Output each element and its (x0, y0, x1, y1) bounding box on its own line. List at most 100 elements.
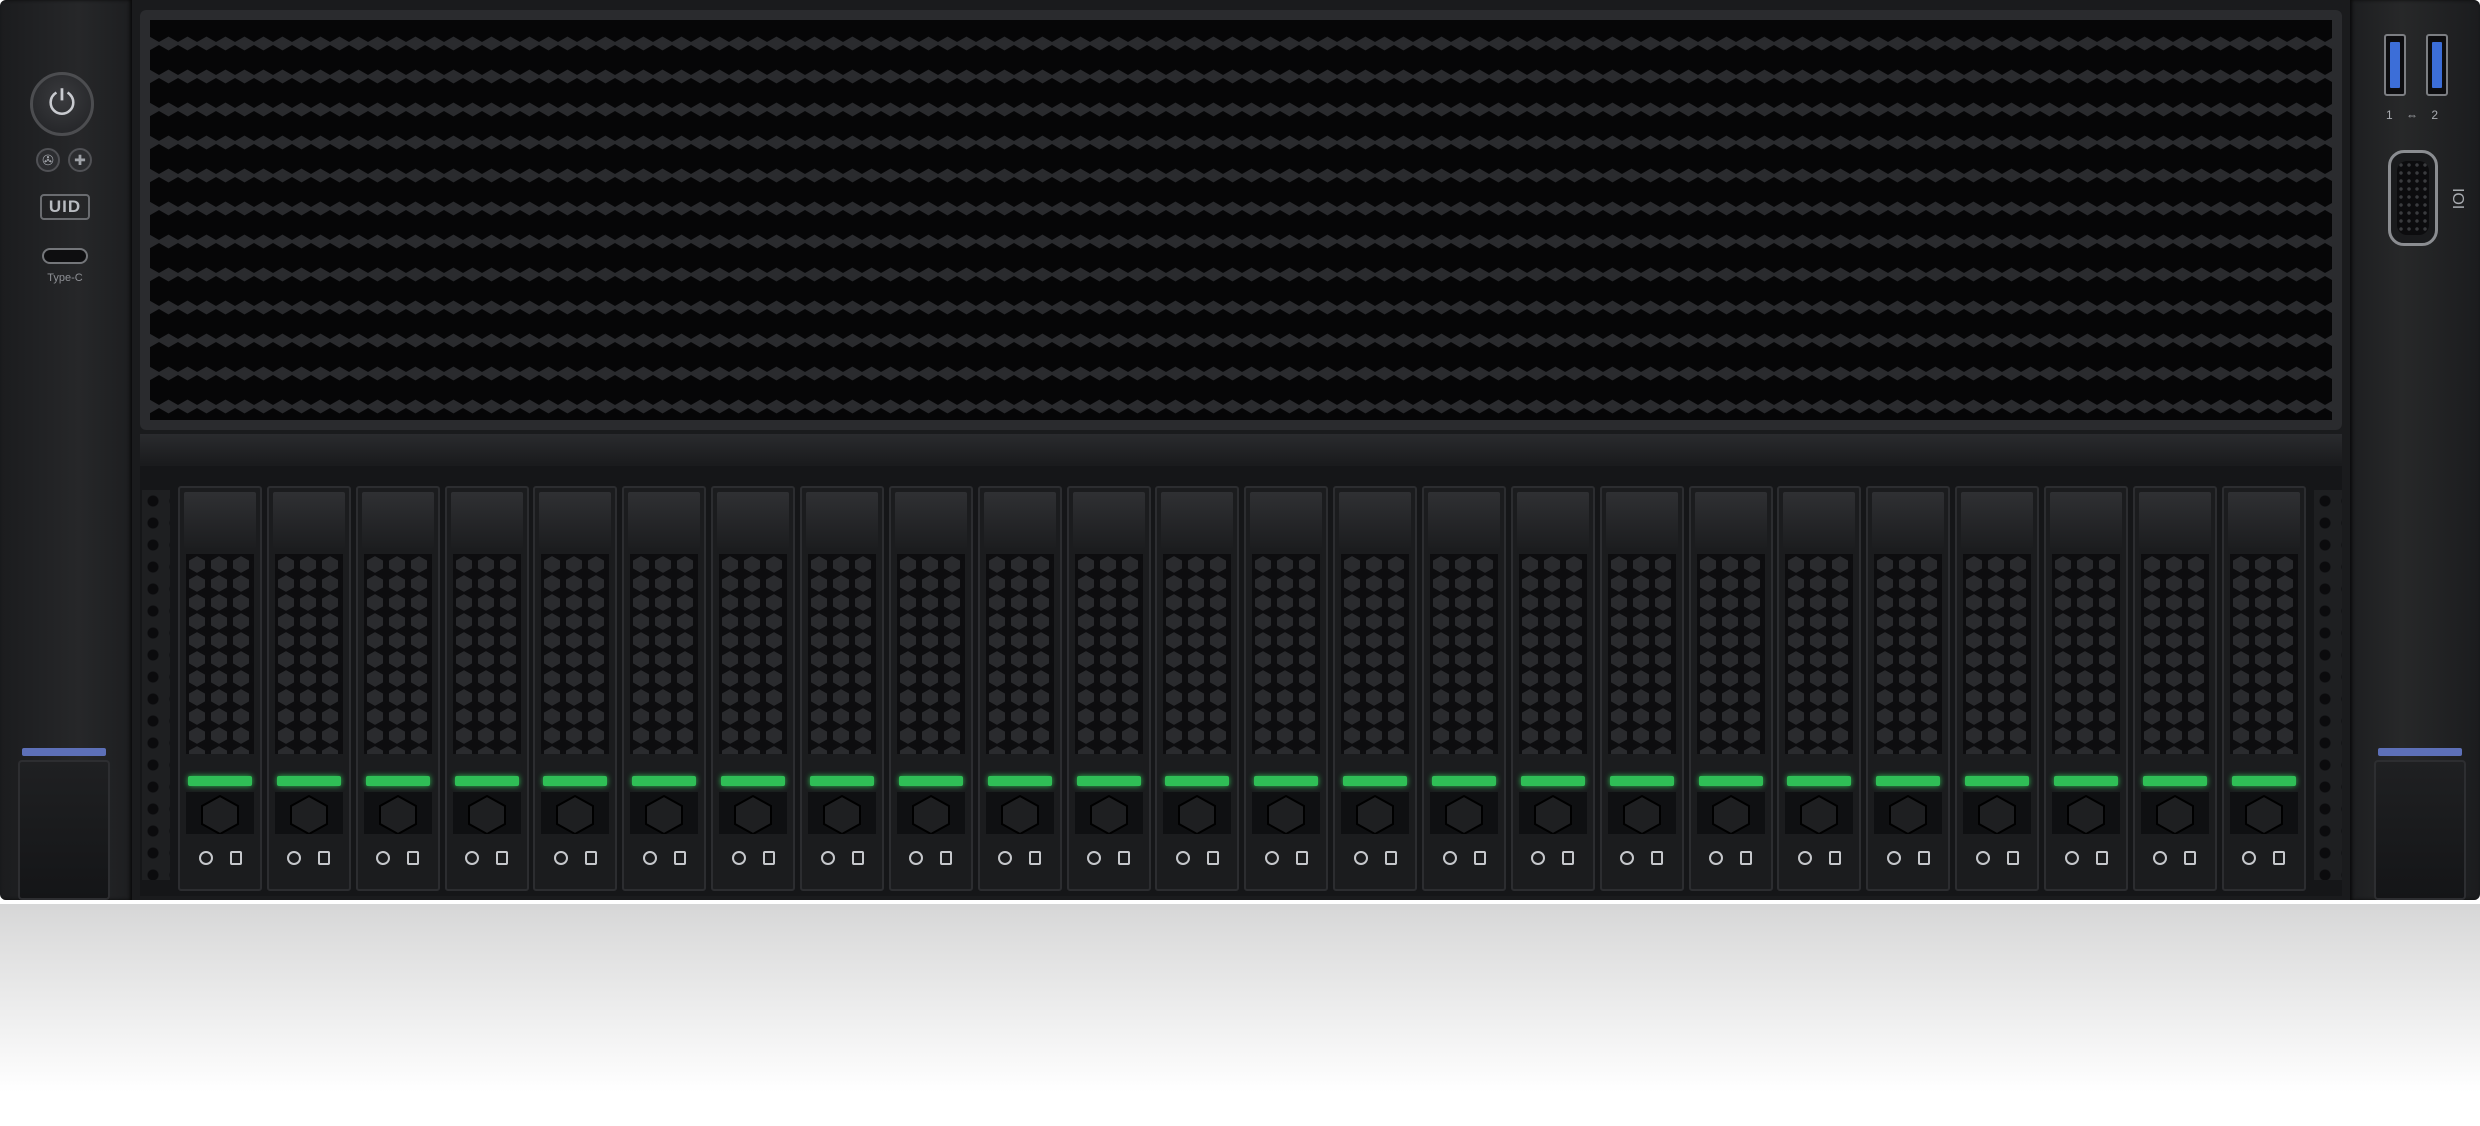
drive-grille (2229, 554, 2298, 754)
drive-lower-grille (2140, 792, 2209, 836)
drive-grille (1607, 554, 1676, 754)
drive-bay-9[interactable] (888, 486, 973, 891)
typec-port[interactable] (42, 248, 88, 264)
drive-bay-12[interactable] (1155, 486, 1240, 891)
front-grille (140, 10, 2342, 430)
drive-latch[interactable] (1516, 492, 1589, 548)
drive-bay-1[interactable] (178, 486, 262, 891)
drive-lock-icon (229, 851, 242, 865)
drive-lower-grille (1607, 792, 1676, 836)
drive-bay-18[interactable] (1688, 486, 1773, 891)
drive-latch[interactable] (361, 492, 434, 548)
drive-power-icon (1886, 851, 1901, 865)
drive-bay-15[interactable] (1422, 486, 1507, 891)
drive-lower-grille (808, 792, 877, 836)
drive-bay-13[interactable] (1244, 486, 1329, 891)
drive-latch[interactable] (1339, 492, 1412, 548)
drive-bay-14[interactable] (1333, 486, 1418, 891)
drive-bay-17[interactable] (1599, 486, 1684, 891)
drive-bay-24[interactable] (2221, 486, 2306, 891)
drive-bay-3[interactable] (355, 486, 440, 891)
right-handle[interactable] (2374, 760, 2466, 900)
drive-bay-7[interactable] (711, 486, 796, 891)
drive-status-led (1876, 776, 1941, 786)
drive-latch[interactable] (2138, 492, 2211, 548)
drive-bay-6[interactable] (622, 486, 707, 891)
drive-bay-4[interactable] (444, 486, 529, 891)
drive-icons (2056, 844, 2116, 872)
drive-bay-2[interactable] (266, 486, 351, 891)
drive-latch[interactable] (1161, 492, 1234, 548)
drive-bay-22[interactable] (2044, 486, 2129, 891)
drive-latch[interactable] (1250, 492, 1323, 548)
power-button[interactable]: ⏻ (30, 72, 94, 136)
drive-lower-grille (363, 792, 432, 836)
drive-latch[interactable] (983, 492, 1056, 548)
drive-bay-10[interactable] (977, 486, 1062, 891)
drive-power-icon (1531, 851, 1546, 865)
drive-bay-11[interactable] (1066, 486, 1151, 891)
drive-status-led (1432, 776, 1497, 786)
drive-power-icon (820, 851, 835, 865)
drive-lower-grille (630, 792, 699, 836)
drive-bay-5[interactable] (533, 486, 618, 891)
drive-lock-icon (1206, 851, 1219, 865)
drive-status-led (2142, 776, 2207, 786)
drive-latch[interactable] (628, 492, 701, 548)
drive-latch[interactable] (1783, 492, 1856, 548)
drive-power-icon (2153, 851, 2168, 865)
drive-latch[interactable] (184, 492, 256, 548)
drive-latch[interactable] (272, 492, 345, 548)
drive-grille (1963, 554, 2032, 754)
drive-icons (1434, 844, 1494, 872)
drive-grille (808, 554, 877, 754)
drive-grille (896, 554, 965, 754)
drive-bay-19[interactable] (1777, 486, 1862, 891)
drive-latch[interactable] (1872, 492, 1945, 548)
drive-latch[interactable] (717, 492, 790, 548)
usb-label-2: 2 (2431, 108, 2439, 122)
drive-bay-21[interactable] (1955, 486, 2040, 891)
drive-icons (545, 844, 605, 872)
drive-latch[interactable] (1428, 492, 1501, 548)
drive-grille (186, 554, 254, 754)
drive-lock-icon (851, 851, 864, 865)
drive-icons (901, 844, 961, 872)
drive-status-led (2054, 776, 2119, 786)
drive-latch[interactable] (1605, 492, 1678, 548)
vga-port[interactable] (2388, 150, 2438, 246)
drive-lock-icon (762, 851, 775, 865)
drive-icons (2234, 844, 2294, 872)
drive-grille (630, 554, 699, 754)
left-handle[interactable] (18, 760, 110, 900)
power-icon: ⏻ (48, 83, 76, 123)
drive-bay-23[interactable] (2132, 486, 2217, 891)
drive-latch[interactable] (2050, 492, 2123, 548)
drive-latch[interactable] (806, 492, 879, 548)
drive-bays (178, 486, 2306, 891)
drive-bay-16[interactable] (1510, 486, 1595, 891)
drive-latch[interactable] (1694, 492, 1767, 548)
drive-latch[interactable] (894, 492, 967, 548)
drive-latch[interactable] (2227, 492, 2300, 548)
drive-latch[interactable] (450, 492, 523, 548)
usb-port-2[interactable] (2426, 34, 2448, 96)
drive-grille (363, 554, 432, 754)
vga-pins (2397, 161, 2429, 235)
drive-grille (2052, 554, 2121, 754)
usb-port-1[interactable] (2384, 34, 2406, 96)
drive-latch[interactable] (1961, 492, 2034, 548)
drive-power-icon (1442, 851, 1457, 865)
drive-status-led (987, 776, 1052, 786)
drive-latch[interactable] (539, 492, 612, 548)
uid-button[interactable]: UID (40, 194, 90, 220)
drive-lower-grille (1074, 792, 1143, 836)
drive-latch[interactable] (1072, 492, 1145, 548)
drive-bay-8[interactable] (800, 486, 885, 891)
drive-icons (1523, 844, 1583, 872)
drive-power-icon (465, 851, 480, 865)
drive-bay-20[interactable] (1866, 486, 1951, 891)
hex-mesh (140, 10, 2342, 430)
drive-lower-grille (1163, 792, 1232, 836)
drive-status-led (543, 776, 608, 786)
